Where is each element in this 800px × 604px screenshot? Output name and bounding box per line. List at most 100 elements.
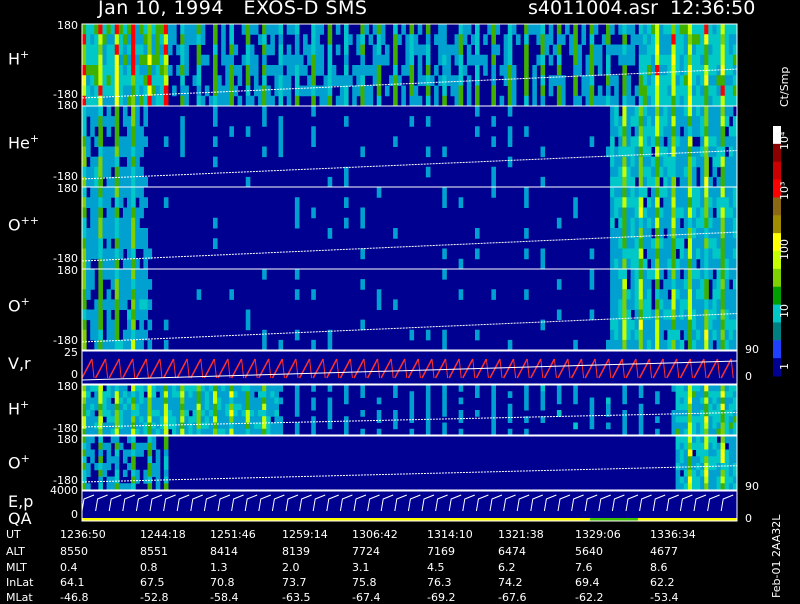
- spectrogram-cell: [622, 95, 627, 107]
- spectrogram-cell: [225, 410, 230, 417]
- spectrogram-cell: [491, 24, 496, 35]
- spectrogram-cell: [491, 391, 496, 398]
- spectrogram-cell: [642, 54, 648, 66]
- spectrogram-cell: [679, 116, 685, 127]
- spectrogram-cell: [262, 24, 267, 35]
- spectrogram-cell: [663, 75, 668, 86]
- spectrogram-cell: [642, 85, 648, 97]
- spectrogram-cell: [659, 339, 664, 351]
- spectrogram-cell: [184, 391, 189, 398]
- spectrogram-cell: [208, 428, 214, 436]
- spectrogram-cell: [139, 85, 144, 97]
- spectrogram-cell: [434, 65, 439, 76]
- spectrogram-cell: [127, 463, 132, 471]
- spectrogram-cell: [720, 403, 726, 411]
- spectrogram-cell: [86, 44, 91, 56]
- spectrogram-cell: [221, 95, 226, 107]
- spectrogram-cell: [204, 410, 210, 417]
- spectrogram-cell: [548, 24, 554, 35]
- spectrogram-cell: [704, 397, 709, 405]
- spectrogram-cell: [151, 391, 157, 398]
- spectrogram-cell: [311, 65, 316, 76]
- spectrogram-cell: [270, 397, 275, 405]
- spectrogram-cell: [675, 442, 681, 450]
- spectrogram-cell: [638, 428, 644, 436]
- spectrogram-cell: [122, 187, 128, 198]
- spectrogram-cell: [700, 339, 705, 351]
- spectrogram-cell: [262, 397, 267, 405]
- spectrogram-cell: [655, 339, 660, 351]
- spectrogram-cell: [241, 391, 247, 398]
- spectrogram-cell: [618, 126, 623, 137]
- spectrogram-cell: [131, 136, 136, 147]
- spectrogram-cell: [155, 456, 161, 464]
- spectrogram-cell: [159, 428, 165, 436]
- spectrogram-cell: [507, 85, 513, 97]
- spectrogram-cell: [716, 416, 722, 423]
- spectrogram-cell: [589, 95, 595, 107]
- spectrogram-cell: [667, 258, 672, 270]
- spectrogram-cell: [393, 54, 398, 66]
- spectrogram-cell: [294, 197, 300, 208]
- spectrogram-cell: [409, 116, 415, 127]
- spectrogram-cell: [634, 238, 640, 249]
- spectrogram-cell: [294, 24, 300, 35]
- spectrogram-cell: [475, 228, 480, 239]
- spectrogram-cell: [188, 403, 194, 411]
- spectrogram-cell: [724, 238, 730, 249]
- spectrogram-cell: [176, 403, 181, 411]
- spectrogram-cell: [638, 126, 644, 137]
- spectrogram-cell: [131, 449, 136, 457]
- spectrogram-cell: [155, 397, 161, 405]
- spectrogram-cell: [274, 397, 279, 405]
- spectrogram-cell: [131, 476, 136, 484]
- spectrogram-cell: [716, 456, 722, 464]
- spectrogram-cell: [102, 442, 108, 450]
- spectrogram-cell: [503, 54, 509, 66]
- spectrogram-cell: [630, 217, 636, 229]
- spectrogram-cell: [200, 391, 206, 398]
- spectrogram-cell: [675, 207, 681, 219]
- spectrogram-cell: [82, 126, 87, 137]
- spectrogram-cell: [728, 339, 734, 351]
- spectrogram-cell: [135, 95, 140, 107]
- spectrogram-cell: [262, 329, 267, 341]
- spectrogram-cell: [696, 269, 701, 280]
- spectrogram-cell: [298, 54, 304, 66]
- spectrogram-cell: [716, 126, 722, 137]
- spectrogram-cell: [700, 75, 705, 86]
- spectrogram-cell: [638, 410, 644, 417]
- spectrogram-cell: [425, 24, 431, 35]
- spectrogram-cell: [462, 65, 468, 76]
- spectrogram-cell: [118, 24, 124, 35]
- spectrogram-cell: [646, 289, 652, 300]
- spectrogram-cell: [163, 391, 169, 398]
- spectrogram-cell: [213, 156, 218, 168]
- spectrogram-cell: [180, 136, 185, 147]
- spectrogram-cell: [114, 75, 120, 86]
- spectrogram-cell: [233, 65, 239, 76]
- spectrogram-cell: [687, 397, 693, 405]
- spectrogram-cell: [687, 24, 693, 35]
- spectrogram-cell: [82, 106, 87, 117]
- spectrogram-cell: [642, 95, 648, 107]
- spectrogram-cell: [221, 85, 226, 97]
- spectrogram-cell: [634, 269, 640, 280]
- footer-row-label: MLat: [6, 591, 33, 604]
- spectrogram-cell: [82, 410, 87, 417]
- spectrogram-cell: [151, 385, 157, 392]
- spectrogram-cell: [151, 397, 157, 405]
- spectrogram-cell: [294, 410, 300, 417]
- spectrogram-cell: [491, 75, 496, 86]
- spectrogram-cell: [213, 75, 218, 86]
- spectrogram-cell: [360, 146, 365, 158]
- spectrogram-cell: [131, 397, 136, 405]
- spectrogram-cell: [704, 385, 709, 392]
- spectrogram-cell: [700, 269, 705, 280]
- spectrogram-cell: [610, 187, 615, 198]
- spectrogram-cell: [204, 385, 210, 392]
- spectrogram-cell: [663, 166, 668, 178]
- spectrogram-cell: [716, 269, 722, 280]
- spectrogram-cell: [184, 95, 189, 107]
- spectrogram-cell: [700, 126, 705, 137]
